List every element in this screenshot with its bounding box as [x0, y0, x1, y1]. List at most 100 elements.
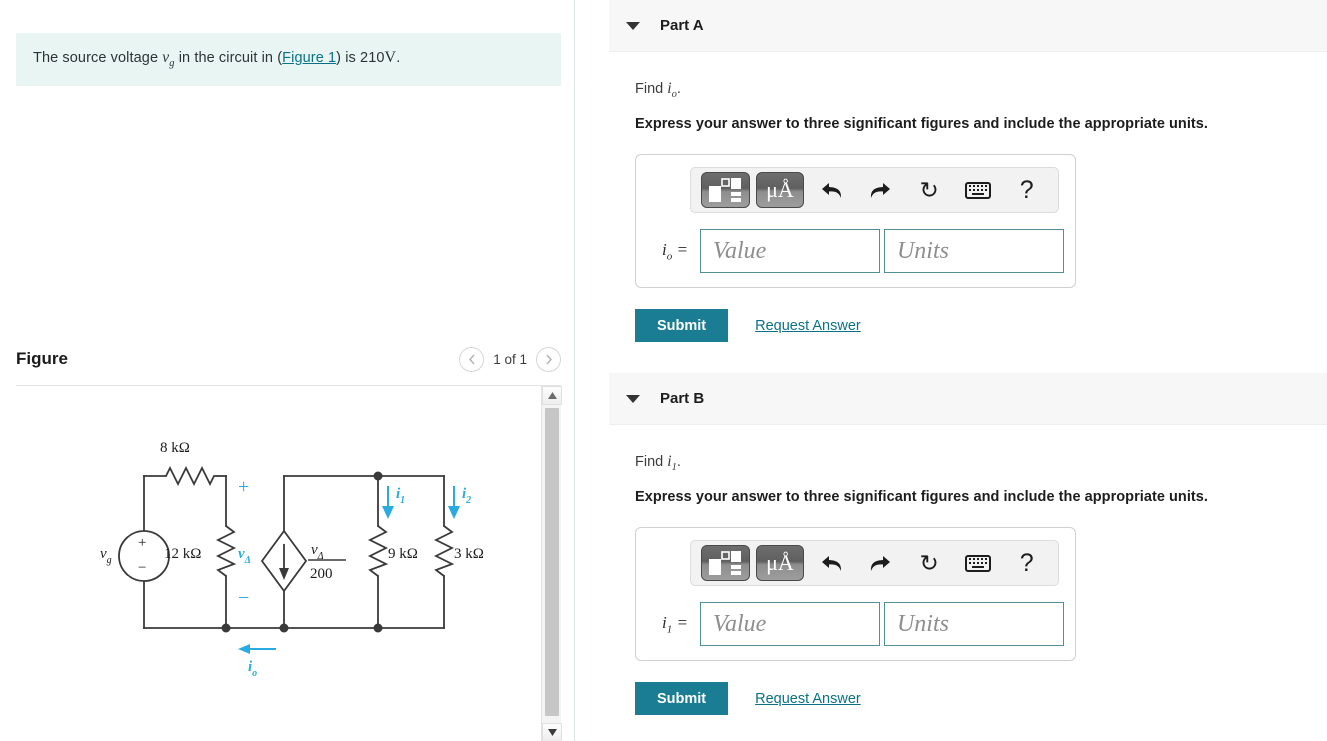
current-io-label: io: [248, 659, 257, 679]
math-template-glyph: [709, 551, 742, 576]
part-b-math-toolbar: μÅ ↻ ?: [690, 540, 1059, 587]
current-i2-arrow-head: [448, 506, 460, 519]
reset-glyph: ↻: [919, 549, 939, 576]
left-pane: The source voltage vg in the circuit in …: [0, 0, 575, 741]
source-voltage-symbol: vg: [162, 49, 175, 70]
part-a-submit-button[interactable]: Submit: [635, 309, 729, 343]
math-template-icon[interactable]: [701, 545, 750, 582]
junction-dot: [373, 471, 383, 481]
part-b-answer-box: μÅ ↻ ? i1 = Value Units: [635, 527, 1076, 662]
figure-scrollbar[interactable]: [541, 386, 562, 741]
keyboard-key-row: [968, 189, 987, 192]
find-suffix: .: [676, 454, 681, 470]
question-mark-icon[interactable]: ?: [1005, 172, 1048, 208]
resistor-12k-label: 12 kΩ: [164, 546, 201, 562]
reset-circular-arrow-icon[interactable]: ↻: [908, 172, 951, 208]
part-b-answer-label: i1 =: [662, 612, 688, 636]
source-label: vg: [100, 546, 112, 566]
triangle-down-icon[interactable]: [626, 394, 640, 403]
keyboard-glyph: [964, 554, 991, 572]
redo-arrow-icon[interactable]: [859, 545, 902, 581]
question-mark-icon[interactable]: ?: [1005, 545, 1048, 581]
current-i1-label: i1: [396, 486, 405, 506]
resistor-vdelta-symbol: [215, 525, 237, 577]
part-a-math-toolbar: μÅ ↻ ?: [690, 167, 1059, 214]
problem-statement-banner: The source voltage vg in the circuit in …: [16, 33, 561, 86]
current-i1-arrow-head: [382, 506, 394, 519]
keyboard-key-row: [968, 558, 987, 561]
part-b-answer-row: i1 = Value Units: [646, 602, 1065, 647]
chevron-right-icon: [545, 354, 552, 364]
scrollbar-up-button[interactable]: [542, 386, 562, 405]
keyboard-key-row: [968, 185, 987, 188]
math-template-icon[interactable]: [701, 172, 750, 209]
part-b-value-input[interactable]: Value: [699, 602, 880, 647]
keyboard-icon[interactable]: [957, 172, 1000, 208]
part-b-request-answer-link[interactable]: Request Answer: [755, 691, 861, 707]
chevron-left-icon: [468, 354, 475, 364]
figure-prev-button[interactable]: [459, 346, 485, 372]
undo-glyph: [821, 183, 841, 199]
scrollbar-down-button[interactable]: [542, 723, 562, 741]
statement-prefix: The source voltage: [33, 50, 163, 67]
units-glyph: μÅ: [766, 177, 794, 203]
triangle-up-icon: [547, 392, 557, 399]
junction-dot: [221, 623, 231, 633]
figure-header: Figure 1 of 1: [16, 340, 561, 378]
part-a-units-input[interactable]: Units: [883, 229, 1064, 274]
keyboard-glyph: [964, 181, 991, 199]
part-a-answer-box: μÅ ↻ ? io = Value Units: [635, 154, 1076, 289]
keyboard-key-row: [971, 193, 984, 196]
find-prefix: Find: [635, 81, 668, 97]
resistor-3k-label: 3 kΩ: [454, 546, 484, 562]
units-glyph: μÅ: [766, 550, 794, 576]
part-a-find-line: Find io.: [635, 80, 1327, 100]
part-a-answer-row: io = Value Units: [646, 229, 1065, 274]
part-a-header[interactable]: Part A: [609, 0, 1327, 52]
problem-statement-text: The source voltage vg in the circuit in …: [16, 49, 400, 69]
triangle-down-icon: [547, 729, 557, 736]
redo-arrow-icon[interactable]: [859, 172, 902, 208]
statement-mid: in the circuit in (: [174, 50, 283, 67]
reset-circular-arrow-icon[interactable]: ↻: [908, 545, 951, 581]
triangle-down-icon[interactable]: [626, 21, 640, 30]
reset-glyph: ↻: [919, 176, 939, 203]
part-b-submit-button[interactable]: Submit: [635, 682, 729, 716]
part-a-request-answer-link[interactable]: Request Answer: [755, 318, 861, 334]
micro-angstrom-units-icon[interactable]: μÅ: [755, 172, 805, 209]
dependent-source-numerator: vΔ: [311, 542, 324, 562]
part-b-body: Find i1. Express your answer to three si…: [635, 453, 1327, 716]
undo-arrow-icon[interactable]: [810, 545, 853, 581]
figure-page-indicator: 1 of 1: [493, 351, 527, 367]
find-prefix: Find: [635, 454, 668, 470]
part-b-instruction: Express your answer to three significant…: [635, 489, 1208, 506]
micro-angstrom-units-icon[interactable]: μÅ: [755, 545, 805, 582]
figure-1-link[interactable]: Figure 1: [282, 50, 336, 66]
find-suffix: .: [676, 81, 681, 97]
resistor-8k-symbol: [165, 465, 218, 487]
part-a-value-input[interactable]: Value: [699, 229, 880, 274]
part-b-units-input[interactable]: Units: [883, 602, 1064, 647]
find-variable: i1: [667, 453, 677, 474]
resistor-9k-label: 9 kΩ: [388, 546, 418, 562]
figure-viewport: 8 kΩ + − vg 12 kΩ vΔ + − vΔ 200 9 kΩ 3 k…: [16, 385, 562, 741]
help-glyph: ?: [1019, 548, 1034, 577]
scrollbar-thumb[interactable]: [545, 408, 559, 716]
redo-glyph: [871, 183, 891, 199]
keyboard-icon[interactable]: [957, 545, 1000, 581]
figure-title: Figure: [16, 349, 68, 368]
part-a-body: Find io. Express your answer to three si…: [635, 80, 1327, 343]
part-a-answer-label: io =: [662, 239, 688, 263]
vdelta-label: vΔ: [238, 546, 251, 566]
current-io-arrow-head: [238, 644, 250, 654]
statement-after: ) is 210: [336, 50, 385, 67]
resistor-8k-label: 8 kΩ: [160, 440, 190, 456]
redo-glyph: [871, 556, 891, 572]
part-b-header[interactable]: Part B: [609, 373, 1327, 425]
figure-next-button[interactable]: [536, 346, 561, 372]
polarity-minus-sign: −: [238, 587, 249, 609]
undo-arrow-icon[interactable]: [810, 172, 853, 208]
find-variable: io: [667, 80, 677, 101]
part-b-title: Part B: [660, 390, 705, 407]
circuit-diagram: 8 kΩ + − vg 12 kΩ vΔ + − vΔ 200 9 kΩ 3 k…: [16, 386, 541, 741]
